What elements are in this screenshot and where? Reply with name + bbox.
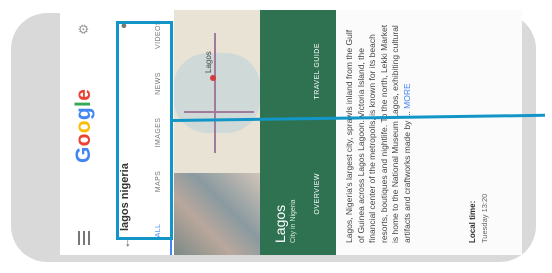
city-photo[interactable] — [174, 173, 260, 255]
media-strip: Lagos — [174, 10, 260, 255]
travel-guide-button[interactable]: TRAVEL GUIDE — [314, 10, 321, 133]
place-card: Lagos City in Nigeria OVERVIEW TRAVEL GU… — [260, 10, 336, 255]
map-thumbnail[interactable]: Lagos — [174, 10, 260, 173]
app-bar: Google ⚙ — [60, 10, 113, 255]
menu-icon[interactable] — [78, 231, 90, 245]
overview-button[interactable]: OVERVIEW — [314, 133, 321, 256]
map-label: Lagos — [204, 51, 213, 73]
map-road — [184, 111, 254, 113]
local-time-label: Local time: — [468, 200, 477, 243]
more-link[interactable]: MORE — [402, 83, 412, 109]
description-text: Lagos, Nigeria's largest city, sprawls i… — [344, 24, 412, 243]
map-pin-icon — [210, 75, 216, 81]
place-description: Lagos, Nigeria's largest city, sprawls i… — [344, 21, 413, 243]
settings-icon[interactable]: ⚙ — [76, 23, 92, 35]
search-box-highlight — [116, 21, 173, 240]
place-name: Lagos — [272, 204, 288, 243]
map-road — [214, 33, 216, 153]
google-logo: Google — [72, 88, 95, 163]
local-time-value: Tuesday 13:20 — [480, 193, 489, 243]
card-actions: OVERVIEW TRAVEL GUIDE — [314, 10, 321, 255]
place-subtitle: City in Nigeria — [290, 199, 297, 243]
